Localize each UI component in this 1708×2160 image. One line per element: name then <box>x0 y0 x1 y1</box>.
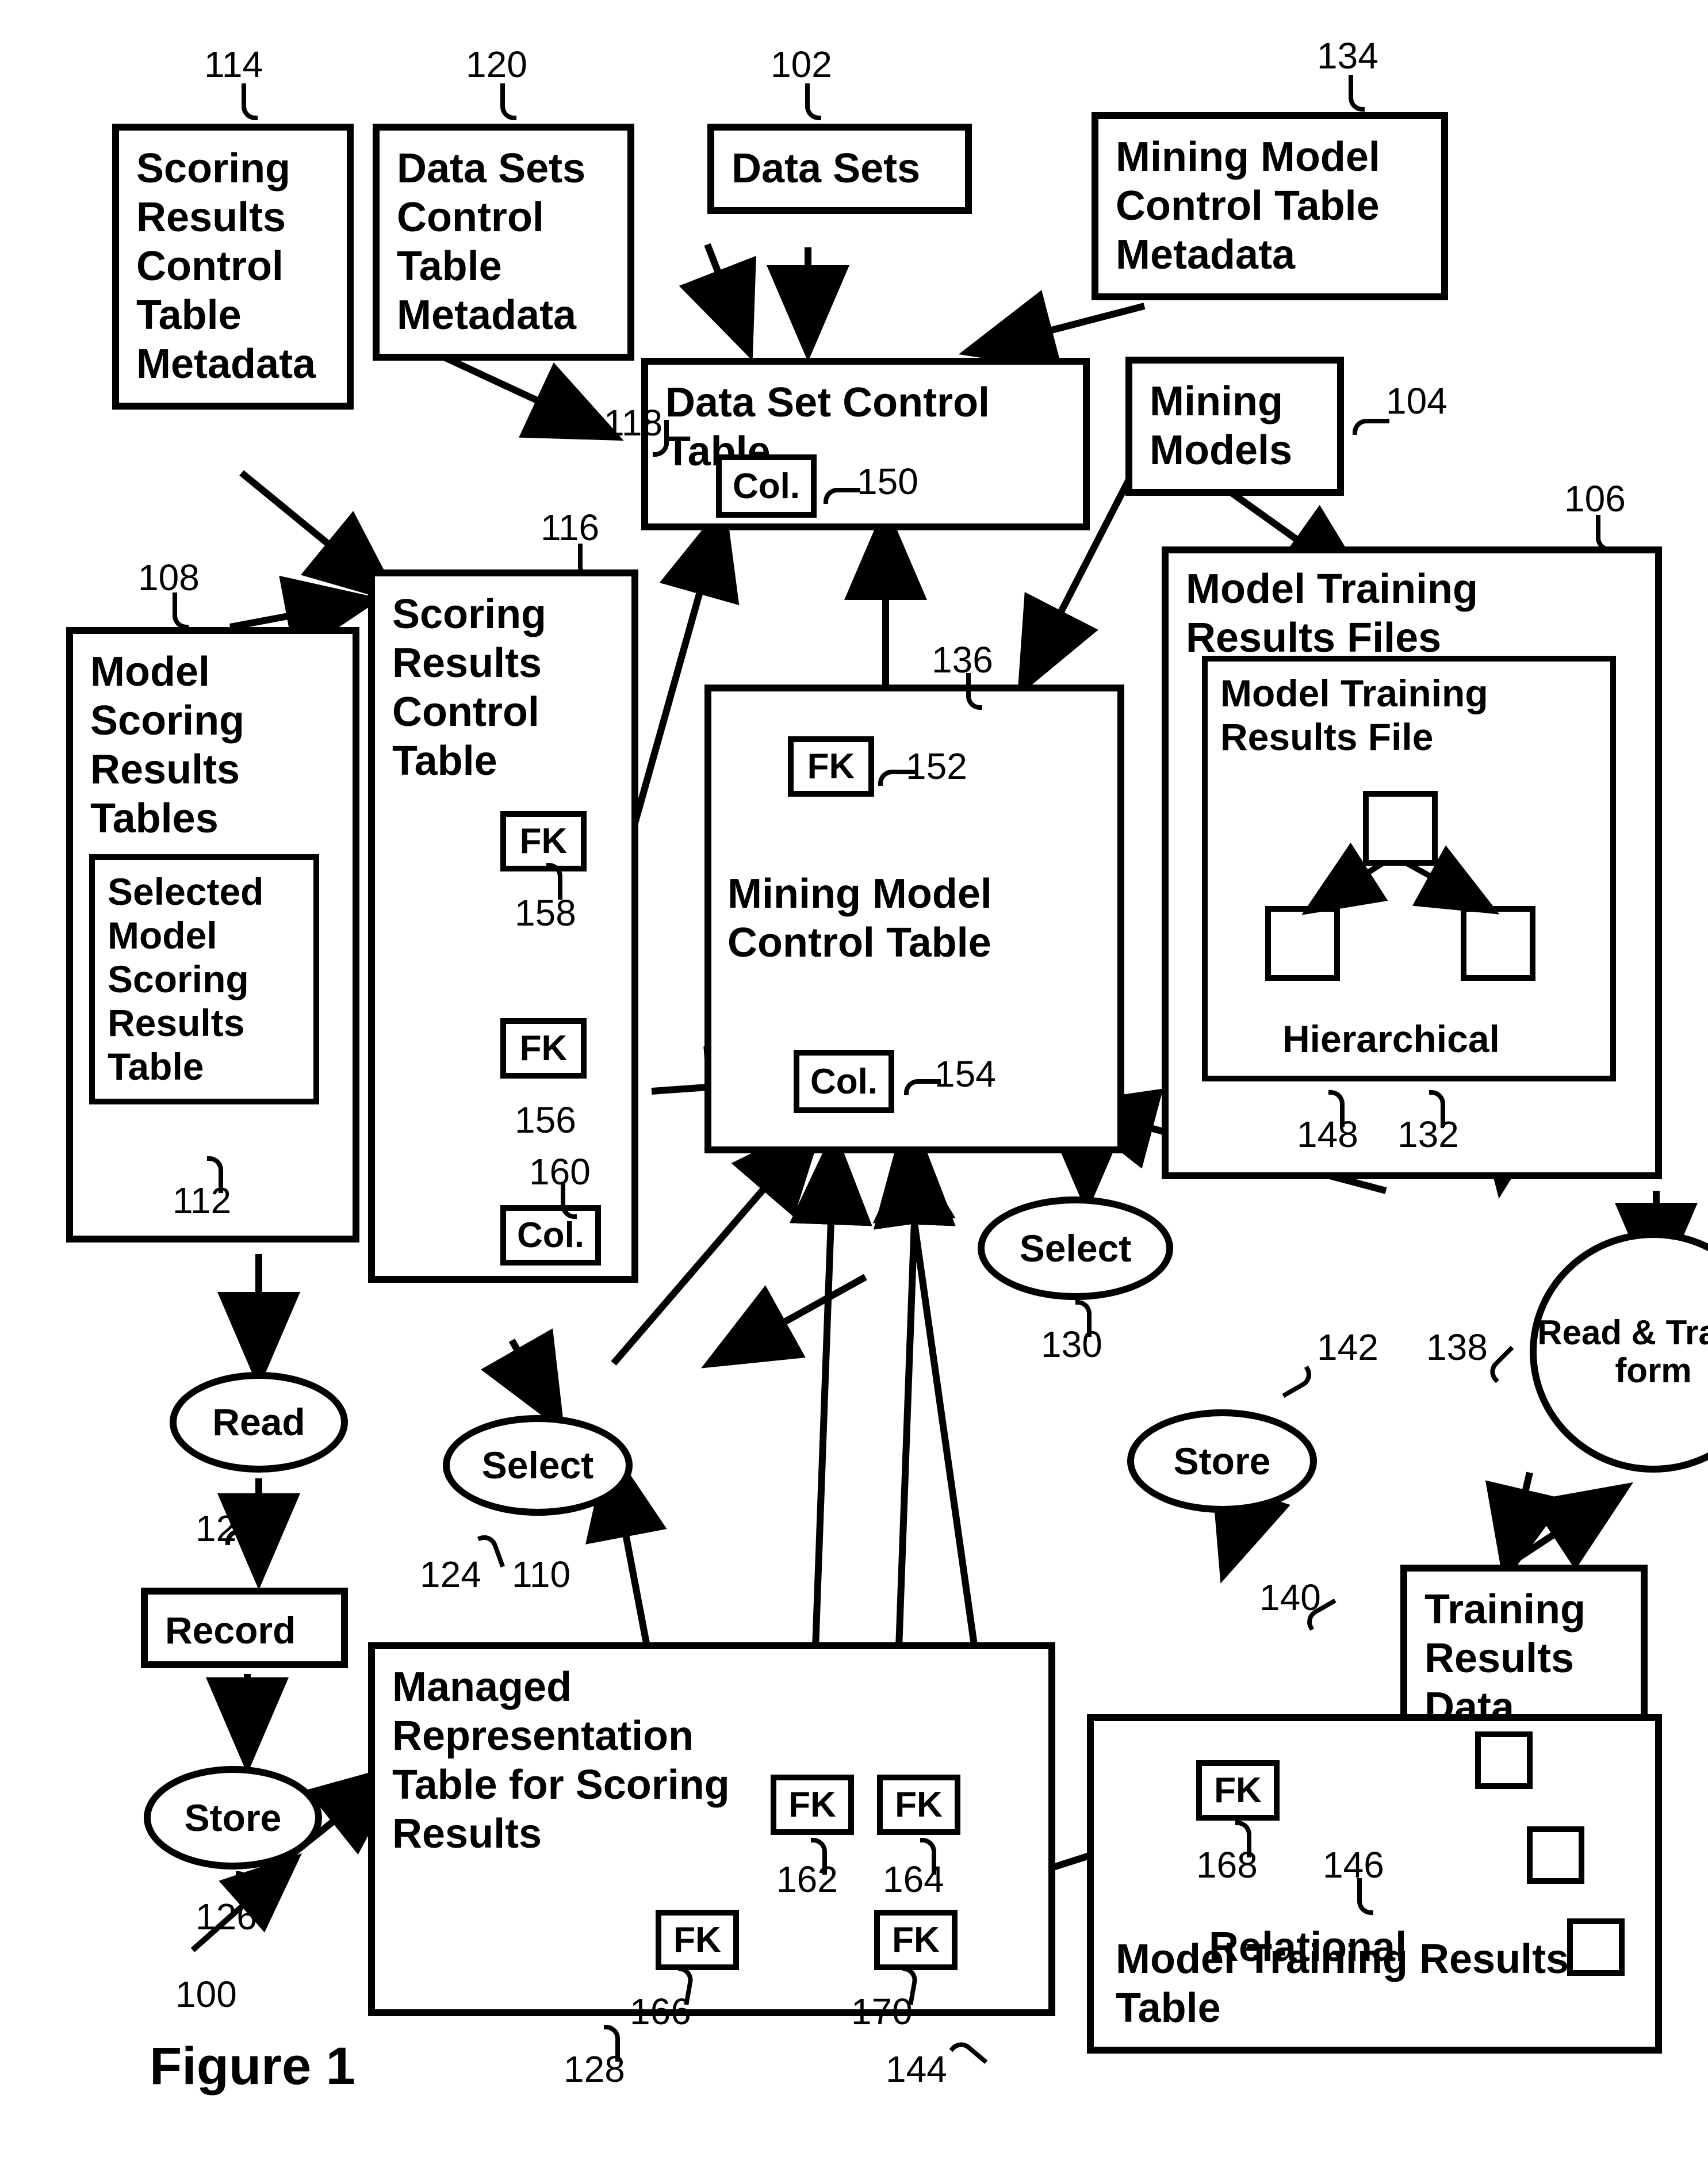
tick-134 <box>1349 75 1365 112</box>
op-read: Read <box>170 1372 348 1473</box>
ref-160: 160 <box>529 1150 591 1193</box>
mtrf-label: Model Training Results File <box>1220 672 1519 759</box>
tick-162 <box>811 1838 827 1875</box>
op-store-142: Store <box>1127 1409 1317 1513</box>
op-select-124: Select <box>443 1415 633 1516</box>
tick-144 <box>949 2037 987 2073</box>
box-mining-models: Mining Models <box>1125 357 1344 496</box>
figure-label: Figure 1 <box>150 2036 355 2097</box>
op-select-130: Select <box>978 1196 1173 1300</box>
ref-100: 100 <box>175 1973 237 2016</box>
fk-152: FK <box>788 736 874 797</box>
tick-104 <box>1353 419 1389 435</box>
ref-134: 134 <box>1317 35 1378 77</box>
box-data-sets-control-table-metadata: Data Sets Control Table Metadata <box>373 124 634 361</box>
ref-150: 150 <box>857 460 918 503</box>
relational-label: Relational <box>1209 1923 1407 1972</box>
ref-124: 124 <box>420 1553 481 1596</box>
tick-146 <box>1357 1878 1373 1915</box>
rel-node-3 <box>1567 1918 1625 1976</box>
tick-150 <box>824 488 860 504</box>
box-data-sets: Data Sets <box>707 124 972 214</box>
ref-156: 156 <box>515 1099 576 1141</box>
fk-162: FK <box>771 1775 854 1835</box>
fk-158: FK <box>500 811 587 871</box>
ref-142: 142 <box>1317 1326 1378 1368</box>
ref-136: 136 <box>932 639 993 681</box>
box-mining-model-control-table-metadata: Mining Model Control Table Metadata <box>1092 112 1448 300</box>
ref-144: 144 <box>886 2048 947 2090</box>
tick-108 <box>173 592 189 629</box>
tick-112 <box>207 1156 223 1193</box>
tick-114 <box>242 83 258 120</box>
tick-158 <box>546 863 562 900</box>
ref-130: 130 <box>1041 1323 1102 1366</box>
tick-128 <box>604 2025 620 2062</box>
col-160: Col. <box>500 1205 601 1266</box>
ref-138: 138 <box>1426 1326 1488 1368</box>
ref-162: 162 <box>776 1858 838 1901</box>
tick-154 <box>904 1079 941 1095</box>
tick-120 <box>500 83 516 120</box>
tick-126 <box>236 1871 252 1908</box>
ref-116: 116 <box>541 506 599 549</box>
tick-160 <box>561 1182 577 1219</box>
hierarchical-label: Hierarchical <box>1282 1018 1500 1061</box>
ref-120: 120 <box>466 43 527 86</box>
ref-106: 106 <box>1564 477 1626 520</box>
box-scoring-results-control-table: Scoring Results Control Table <box>368 569 638 1283</box>
tick-148 <box>1328 1090 1345 1127</box>
ref-104: 104 <box>1386 380 1447 422</box>
fk-168: FK <box>1196 1760 1280 1821</box>
ref-158: 158 <box>515 892 576 934</box>
col-150: Col. <box>716 454 817 518</box>
fk-170: FK <box>874 1910 958 1970</box>
tick-132 <box>1429 1090 1445 1127</box>
tick-138 <box>1484 1345 1522 1383</box>
tick-142 <box>1276 1366 1316 1398</box>
managed-rep-label: Managed Representation Table for Scoring… <box>392 1663 749 1859</box>
ref-146: 146 <box>1323 1844 1384 1886</box>
fk-164: FK <box>877 1775 960 1835</box>
box-data-set-control-table: Data Set Control Table <box>641 358 1090 530</box>
tick-164 <box>920 1838 936 1875</box>
ref-108: 108 <box>138 556 200 599</box>
col-154: Col. <box>794 1050 894 1113</box>
tick-102 <box>805 83 821 120</box>
ref-102: 102 <box>771 43 832 86</box>
fk-166: FK <box>656 1910 739 1970</box>
tick-168 <box>1235 1821 1251 1857</box>
rel-node-2 <box>1527 1826 1584 1884</box>
tick-124 <box>477 1531 505 1572</box>
ref-132: 132 <box>1397 1113 1459 1156</box>
tick-152 <box>878 770 915 786</box>
tick-122 <box>225 1529 262 1545</box>
ref-148: 148 <box>1297 1113 1358 1156</box>
mining-model-control-table-label: Mining Model Control Table <box>727 870 1015 968</box>
box-record: Record <box>141 1588 348 1668</box>
fk-156: FK <box>500 1018 587 1079</box>
ref-110: 110 <box>512 1553 570 1596</box>
box-selected-model-scoring-results-table: Selected Model Scoring Results Table <box>89 854 319 1104</box>
rel-node-1 <box>1475 1731 1533 1789</box>
ref-152: 152 <box>906 745 967 787</box>
ref-114: 114 <box>204 43 263 86</box>
tick-130 <box>1075 1300 1092 1337</box>
box-scoring-results-control-table-metadata: Scoring Results Control Table Metadata <box>112 124 354 410</box>
ref-154: 154 <box>935 1053 996 1095</box>
op-read-transform: Read & Trans- form <box>1530 1231 1708 1473</box>
op-store-126: Store <box>144 1766 322 1870</box>
tick-136 <box>966 673 982 710</box>
